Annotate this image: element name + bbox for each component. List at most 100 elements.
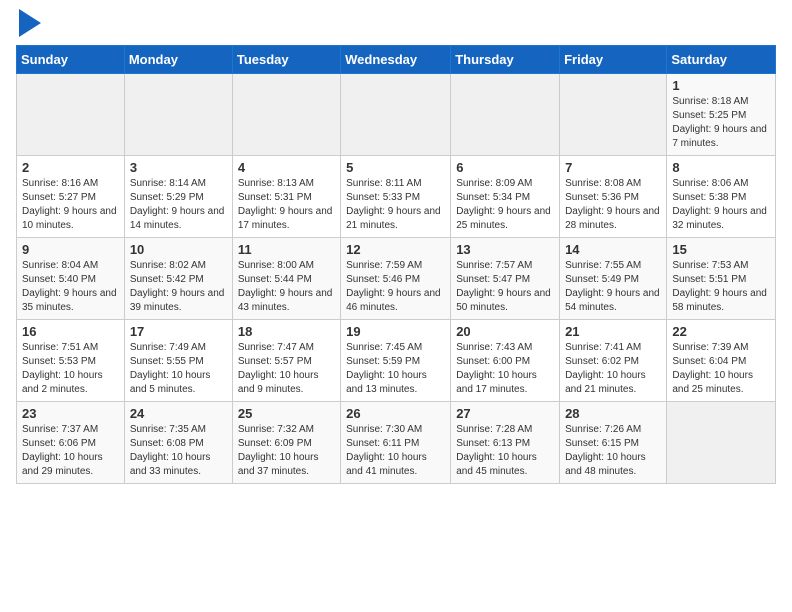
day-info: Sunrise: 8:11 AM Sunset: 5:33 PM Dayligh… (346, 177, 445, 233)
day-info: Sunrise: 7:53 AM Sunset: 5:51 PM Dayligh… (672, 259, 770, 315)
calendar-day-cell (667, 402, 776, 484)
col-saturday: Saturday (667, 46, 776, 74)
day-number: 18 (238, 324, 335, 339)
day-info: Sunrise: 8:18 AM Sunset: 5:25 PM Dayligh… (672, 95, 770, 151)
day-info: Sunrise: 7:51 AM Sunset: 5:53 PM Dayligh… (22, 341, 119, 397)
day-number: 26 (346, 406, 445, 421)
day-number: 10 (130, 242, 227, 257)
day-number: 9 (22, 242, 119, 257)
day-info: Sunrise: 7:37 AM Sunset: 6:06 PM Dayligh… (22, 423, 119, 479)
day-info: Sunrise: 8:02 AM Sunset: 5:42 PM Dayligh… (130, 259, 227, 315)
day-info: Sunrise: 8:04 AM Sunset: 5:40 PM Dayligh… (22, 259, 119, 315)
day-number: 11 (238, 242, 335, 257)
day-number: 19 (346, 324, 445, 339)
day-info: Sunrise: 7:35 AM Sunset: 6:08 PM Dayligh… (130, 423, 227, 479)
calendar-day-cell: 2 Sunrise: 8:16 AM Sunset: 5:27 PM Daylig… (17, 156, 125, 238)
day-number: 28 (565, 406, 661, 421)
day-number: 15 (672, 242, 770, 257)
calendar-day-cell: 14 Sunrise: 7:55 AM Sunset: 5:49 PM Dayli… (560, 238, 667, 320)
day-info: Sunrise: 7:49 AM Sunset: 5:55 PM Dayligh… (130, 341, 227, 397)
day-number: 6 (456, 160, 554, 175)
calendar-day-cell: 8 Sunrise: 8:06 AM Sunset: 5:38 PM Daylig… (667, 156, 776, 238)
header (16, 16, 776, 37)
calendar-day-cell: 1 Sunrise: 8:18 AM Sunset: 5:25 PM Daylig… (667, 74, 776, 156)
calendar-day-cell: 16Sunrise: 7:51 AM Sunset: 5:53 PM Dayli… (17, 320, 125, 402)
calendar-table: Sunday Monday Tuesday Wednesday Thursday… (16, 45, 776, 484)
calendar-day-cell: 21 Sunrise: 7:41 AM Sunset: 6:02 PM Dayli… (560, 320, 667, 402)
calendar-day-cell: 6 Sunrise: 8:09 AM Sunset: 5:34 PM Daylig… (451, 156, 560, 238)
calendar-day-cell: 13 Sunrise: 7:57 AM Sunset: 5:47 PM Dayli… (451, 238, 560, 320)
day-number: 4 (238, 160, 335, 175)
day-info: Sunrise: 8:16 AM Sunset: 5:27 PM Dayligh… (22, 177, 119, 233)
day-info: Sunrise: 7:41 AM Sunset: 6:02 PM Dayligh… (565, 341, 661, 397)
calendar-day-cell: 28Sunrise: 7:26 AM Sunset: 6:15 PM Dayli… (560, 402, 667, 484)
calendar-day-cell: 18 Sunrise: 7:47 AM Sunset: 5:57 PM Dayli… (232, 320, 340, 402)
day-number: 23 (22, 406, 119, 421)
calendar-day-cell: 19 Sunrise: 7:45 AM Sunset: 5:59 PM Dayli… (341, 320, 451, 402)
day-number: 12 (346, 242, 445, 257)
day-number: 14 (565, 242, 661, 257)
day-info: Sunrise: 7:47 AM Sunset: 5:57 PM Dayligh… (238, 341, 335, 397)
calendar-day-cell: 5 Sunrise: 8:11 AM Sunset: 5:33 PM Daylig… (341, 156, 451, 238)
day-number: 8 (672, 160, 770, 175)
day-info: Sunrise: 7:55 AM Sunset: 5:49 PM Dayligh… (565, 259, 661, 315)
calendar-day-cell: 27 Sunrise: 7:28 AM Sunset: 6:13 PM Dayli… (451, 402, 560, 484)
calendar-day-cell (451, 74, 560, 156)
calendar-day-cell: 25Sunrise: 7:32 AM Sunset: 6:09 PM Dayli… (232, 402, 340, 484)
day-info: Sunrise: 8:13 AM Sunset: 5:31 PM Dayligh… (238, 177, 335, 233)
calendar-day-cell: 7Sunrise: 8:08 AM Sunset: 5:36 PM Daylig… (560, 156, 667, 238)
calendar-day-cell (232, 74, 340, 156)
calendar-day-cell: 9 Sunrise: 8:04 AM Sunset: 5:40 PM Daylig… (17, 238, 125, 320)
calendar-week-row: 2 Sunrise: 8:16 AM Sunset: 5:27 PM Daylig… (17, 156, 776, 238)
col-monday: Monday (124, 46, 232, 74)
col-friday: Friday (560, 46, 667, 74)
calendar-week-row: 23 Sunrise: 7:37 AM Sunset: 6:06 PM Dayli… (17, 402, 776, 484)
col-thursday: Thursday (451, 46, 560, 74)
calendar-day-cell: 24 Sunrise: 7:35 AM Sunset: 6:08 PM Dayli… (124, 402, 232, 484)
logo-arrow-icon (19, 9, 41, 37)
day-number: 2 (22, 160, 119, 175)
calendar-day-cell: 3Sunrise: 8:14 AM Sunset: 5:29 PM Daylig… (124, 156, 232, 238)
calendar-day-cell: 23 Sunrise: 7:37 AM Sunset: 6:06 PM Dayli… (17, 402, 125, 484)
day-number: 3 (130, 160, 227, 175)
day-number: 24 (130, 406, 227, 421)
calendar-day-cell: 4 Sunrise: 8:13 AM Sunset: 5:31 PM Daylig… (232, 156, 340, 238)
calendar-day-cell (17, 74, 125, 156)
day-info: Sunrise: 7:30 AM Sunset: 6:11 PM Dayligh… (346, 423, 445, 479)
calendar-day-cell (341, 74, 451, 156)
day-number: 25 (238, 406, 335, 421)
day-info: Sunrise: 7:43 AM Sunset: 6:00 PM Dayligh… (456, 341, 554, 397)
day-number: 1 (672, 78, 770, 93)
day-info: Sunrise: 7:59 AM Sunset: 5:46 PM Dayligh… (346, 259, 445, 315)
day-number: 17 (130, 324, 227, 339)
day-number: 27 (456, 406, 554, 421)
day-number: 5 (346, 160, 445, 175)
calendar-week-row: 9 Sunrise: 8:04 AM Sunset: 5:40 PM Daylig… (17, 238, 776, 320)
calendar-week-row: 16Sunrise: 7:51 AM Sunset: 5:53 PM Dayli… (17, 320, 776, 402)
day-info: Sunrise: 8:09 AM Sunset: 5:34 PM Dayligh… (456, 177, 554, 233)
calendar-day-cell: 22Sunrise: 7:39 AM Sunset: 6:04 PM Dayli… (667, 320, 776, 402)
calendar-day-cell: 11 Sunrise: 8:00 AM Sunset: 5:44 PM Dayli… (232, 238, 340, 320)
day-number: 21 (565, 324, 661, 339)
calendar-day-cell: 10 Sunrise: 8:02 AM Sunset: 5:42 PM Dayli… (124, 238, 232, 320)
day-info: Sunrise: 8:00 AM Sunset: 5:44 PM Dayligh… (238, 259, 335, 315)
day-info: Sunrise: 8:08 AM Sunset: 5:36 PM Dayligh… (565, 177, 661, 233)
logo (16, 16, 41, 37)
calendar-day-cell: 17 Sunrise: 7:49 AM Sunset: 5:55 PM Dayli… (124, 320, 232, 402)
day-info: Sunrise: 8:06 AM Sunset: 5:38 PM Dayligh… (672, 177, 770, 233)
calendar-day-cell: 15 Sunrise: 7:53 AM Sunset: 5:51 PM Dayli… (667, 238, 776, 320)
page: Sunday Monday Tuesday Wednesday Thursday… (0, 0, 792, 500)
col-sunday: Sunday (17, 46, 125, 74)
calendar-day-cell: 26 Sunrise: 7:30 AM Sunset: 6:11 PM Dayli… (341, 402, 451, 484)
calendar-day-cell: 12 Sunrise: 7:59 AM Sunset: 5:46 PM Dayli… (341, 238, 451, 320)
col-tuesday: Tuesday (232, 46, 340, 74)
day-info: Sunrise: 7:28 AM Sunset: 6:13 PM Dayligh… (456, 423, 554, 479)
calendar-day-cell (560, 74, 667, 156)
day-number: 13 (456, 242, 554, 257)
day-info: Sunrise: 7:57 AM Sunset: 5:47 PM Dayligh… (456, 259, 554, 315)
calendar-day-cell (124, 74, 232, 156)
col-wednesday: Wednesday (341, 46, 451, 74)
day-number: 20 (456, 324, 554, 339)
calendar-day-cell: 20 Sunrise: 7:43 AM Sunset: 6:00 PM Dayli… (451, 320, 560, 402)
day-info: Sunrise: 7:45 AM Sunset: 5:59 PM Dayligh… (346, 341, 445, 397)
